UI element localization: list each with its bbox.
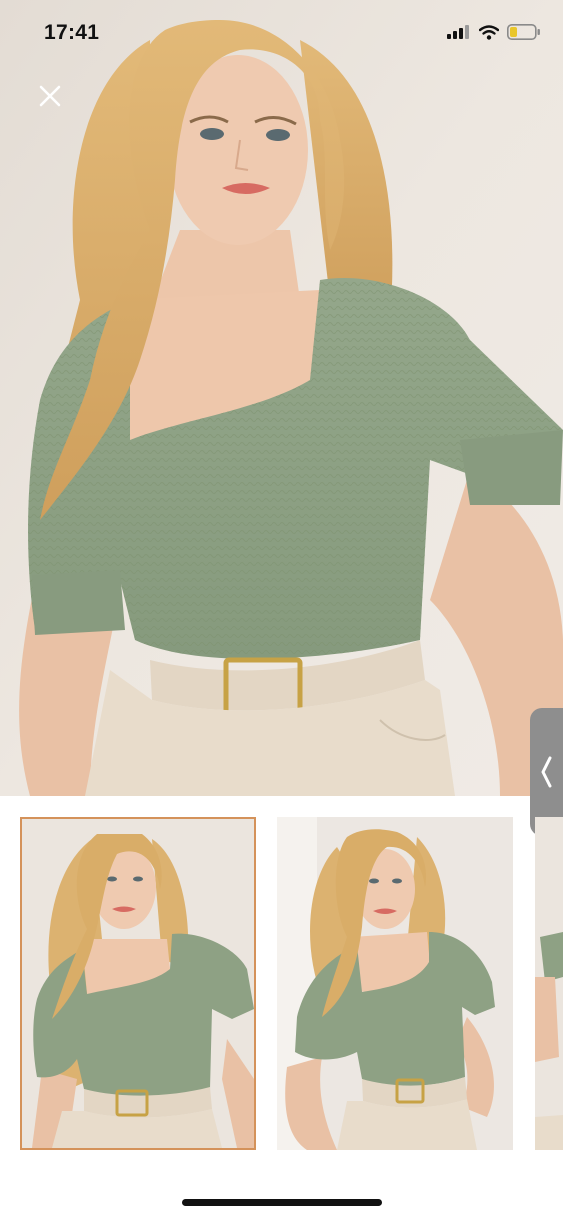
wifi-icon bbox=[478, 24, 500, 45]
thumbnail-1[interactable] bbox=[20, 817, 256, 1150]
thumbnail-3[interactable] bbox=[535, 817, 563, 1150]
status-time: 17:41 bbox=[44, 21, 100, 44]
thumbnail-strip[interactable] bbox=[0, 800, 563, 1160]
product-image-viewer: 17:41 bbox=[0, 0, 563, 1218]
home-indicator bbox=[182, 1199, 382, 1206]
status-bar: 17:41 bbox=[0, 0, 563, 62]
hero-product-image[interactable] bbox=[0, 0, 563, 796]
thumbnail-2[interactable] bbox=[277, 817, 513, 1150]
cellular-signal-icon bbox=[447, 25, 471, 44]
battery-low-icon bbox=[507, 24, 541, 45]
close-button[interactable] bbox=[30, 76, 70, 116]
status-icons bbox=[447, 24, 541, 45]
close-icon bbox=[39, 85, 61, 107]
